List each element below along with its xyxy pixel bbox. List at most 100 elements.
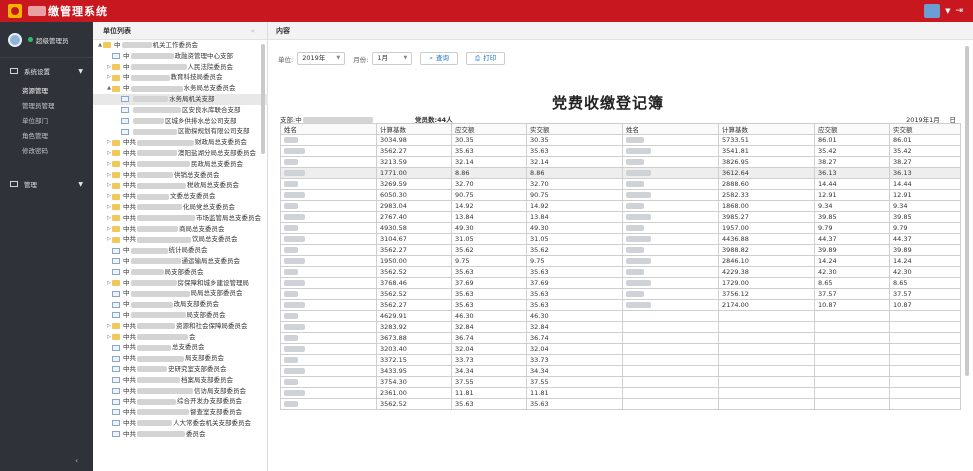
tree-node[interactable]: 中共 史研究室支部委员会 bbox=[93, 364, 268, 375]
table-cell: 8.65 bbox=[889, 277, 961, 289]
tree-node[interactable]: 中共 综合开发办支部委员会 bbox=[93, 396, 268, 407]
tree-node[interactable]: ▷ 中教育科技局委员会 bbox=[93, 72, 268, 83]
table-cell: 31.05 bbox=[526, 233, 623, 245]
redacted-name bbox=[626, 302, 651, 308]
table-cell: 30.35 bbox=[451, 134, 527, 146]
tree-scrollbar[interactable] bbox=[261, 44, 265, 154]
tree-node[interactable]: ▷ 中共 市场监管局总支委员会 bbox=[93, 213, 268, 224]
tree-node[interactable]: 中 局支部委员会 bbox=[93, 310, 268, 321]
tree-node-label: 市场监管局总支委员会 bbox=[196, 213, 261, 222]
tree-node[interactable]: ▷ 中共 商局总支委员会 bbox=[93, 224, 268, 235]
print-button[interactable]: ⎙ 打印 bbox=[466, 52, 506, 65]
month-select[interactable]: 1月 ▼ bbox=[372, 52, 413, 65]
table-cell: 39.85 bbox=[814, 211, 890, 223]
sidebar-collapse-icon[interactable]: ‹ bbox=[75, 456, 78, 465]
table-cell bbox=[814, 332, 890, 344]
tree-node[interactable]: ▷ 中共 供销总支委员会 bbox=[93, 170, 268, 181]
tree-node[interactable]: ▷ 中共 澳阳盐湖分局总支部委员会 bbox=[93, 148, 268, 159]
table-cell: 32.14 bbox=[451, 156, 527, 168]
tree-node-label: 综合开发办支部委员会 bbox=[177, 397, 242, 406]
redacted-text bbox=[137, 204, 182, 211]
table-cell: 32.70 bbox=[526, 178, 623, 190]
user-avatar-icon[interactable] bbox=[924, 4, 941, 18]
table-cell: 3541.81 bbox=[718, 145, 815, 157]
table-cell bbox=[718, 376, 815, 388]
tree-node[interactable]: ▲ 中水务局总支委员会 bbox=[93, 83, 268, 94]
year-select-value: 2019年 bbox=[302, 54, 326, 62]
tree-node[interactable]: 区安良水库联合支部 bbox=[93, 105, 268, 116]
folder-icon bbox=[112, 63, 120, 70]
tree-node[interactable]: ▷ 中房保障和城乡建设管理局 bbox=[93, 278, 268, 289]
tree-node[interactable]: ▷ 中共 饮局总支委员会 bbox=[93, 234, 268, 245]
redacted-name bbox=[626, 181, 644, 187]
tree-node-prefix: 中共 bbox=[123, 170, 136, 179]
sidebar-item[interactable]: 管理员管理 bbox=[0, 99, 93, 114]
tree-node[interactable]: 中 改局支部委员会 bbox=[93, 299, 268, 310]
tree-node[interactable]: ▷ 中共 民政局总支委员会 bbox=[93, 159, 268, 170]
sidebar-item[interactable]: 角色管理 bbox=[0, 129, 93, 144]
tree-node-prefix: 中共 bbox=[123, 332, 136, 341]
redacted-text bbox=[133, 128, 177, 135]
tree-node[interactable]: 中共 委员会 bbox=[93, 429, 268, 440]
document-icon bbox=[112, 344, 120, 351]
table-cell: 3283.92 bbox=[376, 321, 452, 333]
tree-node[interactable]: 水务局机关支部 bbox=[93, 93, 268, 105]
tree-node[interactable]: 中 局局总支部委员会 bbox=[93, 288, 268, 299]
table-cell bbox=[622, 189, 719, 201]
tree-node[interactable]: 中共 总支委员会 bbox=[93, 342, 268, 353]
table-cell bbox=[718, 332, 815, 344]
tree-node[interactable]: ▷ 中共 化局党总支委员会 bbox=[93, 202, 268, 213]
folder-icon bbox=[112, 182, 120, 189]
tree-node[interactable]: ▷ 中共 资源和社会保障局委员会 bbox=[93, 321, 268, 332]
table-cell: 35.63 bbox=[526, 299, 623, 311]
tree-node-prefix: 中 bbox=[123, 256, 130, 265]
logout-icon[interactable]: ⇥ bbox=[955, 6, 963, 16]
nav-group[interactable]: 系统设置 ▼ bbox=[0, 58, 93, 84]
redacted-name bbox=[284, 181, 298, 187]
year-select[interactable]: 2019年 ▼ bbox=[297, 52, 346, 65]
table-cell bbox=[622, 200, 719, 212]
tree-node[interactable]: ▷ 中共会 bbox=[93, 332, 268, 343]
query-button[interactable]: ⌕ 查询 bbox=[420, 52, 459, 65]
table-cell: 39.89 bbox=[814, 244, 890, 256]
document-icon bbox=[121, 117, 129, 124]
collapse-panel-icon[interactable]: « bbox=[251, 22, 255, 40]
tree-node[interactable]: ▲ 中机关工作委员会 bbox=[93, 40, 268, 51]
nav-group[interactable]: 管理 ▼ bbox=[0, 171, 93, 197]
tree-node[interactable]: 中 通运输局总支委员会 bbox=[93, 256, 268, 267]
redacted-text bbox=[130, 247, 168, 254]
tree-node[interactable]: 中共 人大常委会机关支部委员会 bbox=[93, 418, 268, 429]
table-cell bbox=[280, 222, 377, 234]
tree-node[interactable]: ▷ 中共 税收局总支委员会 bbox=[93, 180, 268, 191]
document-icon bbox=[112, 420, 120, 427]
tree-node[interactable]: ▷ 中共 文委总支委员会 bbox=[93, 191, 268, 202]
table-cell: 2983.04 bbox=[376, 200, 452, 212]
table-row: 3562.27 35.63 35.63 2174.00 10.87 10.87 bbox=[280, 299, 961, 311]
tree-node[interactable]: 中 政融资管理中心支部 bbox=[93, 51, 268, 62]
chevron-down-icon: ▼ bbox=[78, 67, 83, 75]
sidebar-item[interactable]: 资源管理 bbox=[0, 84, 93, 99]
redacted-name bbox=[284, 214, 305, 220]
table-row: 2767.40 13.84 13.84 3985.27 39.85 39.85 bbox=[280, 211, 961, 223]
tree-node[interactable]: 中 统计局委员会 bbox=[93, 245, 268, 256]
redacted-text bbox=[137, 161, 190, 168]
tree-node[interactable]: 中共 督查室支部委员会 bbox=[93, 407, 268, 418]
table-cell: 1957.00 bbox=[718, 222, 815, 234]
tree-node[interactable]: 中共 档案局支部委员会 bbox=[93, 375, 268, 386]
chevron-down-icon[interactable]: ▼ bbox=[945, 7, 950, 15]
tree-node[interactable]: 中共 信访局支部委员会 bbox=[93, 386, 268, 397]
sidebar-item[interactable]: 单位部门 bbox=[0, 114, 93, 129]
tree-node[interactable]: ▷ 中共 财政局总支委员会 bbox=[93, 137, 268, 148]
content-scrollbar[interactable] bbox=[965, 46, 969, 376]
sidebar-item[interactable]: 修改密码 bbox=[0, 144, 93, 159]
redacted-text bbox=[130, 279, 177, 286]
tree-node[interactable]: ▷ 中人民法院委员会 bbox=[93, 62, 268, 73]
tree-node[interactable]: 区勘探规划有限公司支部 bbox=[93, 126, 268, 137]
tree-node[interactable]: 中 局支部委员会 bbox=[93, 267, 268, 278]
redacted-name bbox=[626, 236, 651, 242]
redacted-text bbox=[137, 409, 189, 416]
tree-node[interactable]: 区城乡供排水总公司支部 bbox=[93, 116, 268, 127]
table-cell: 35.63 bbox=[526, 145, 623, 157]
tree-node[interactable]: 中共 局支部委员会 bbox=[93, 353, 268, 364]
document-icon bbox=[112, 258, 120, 265]
